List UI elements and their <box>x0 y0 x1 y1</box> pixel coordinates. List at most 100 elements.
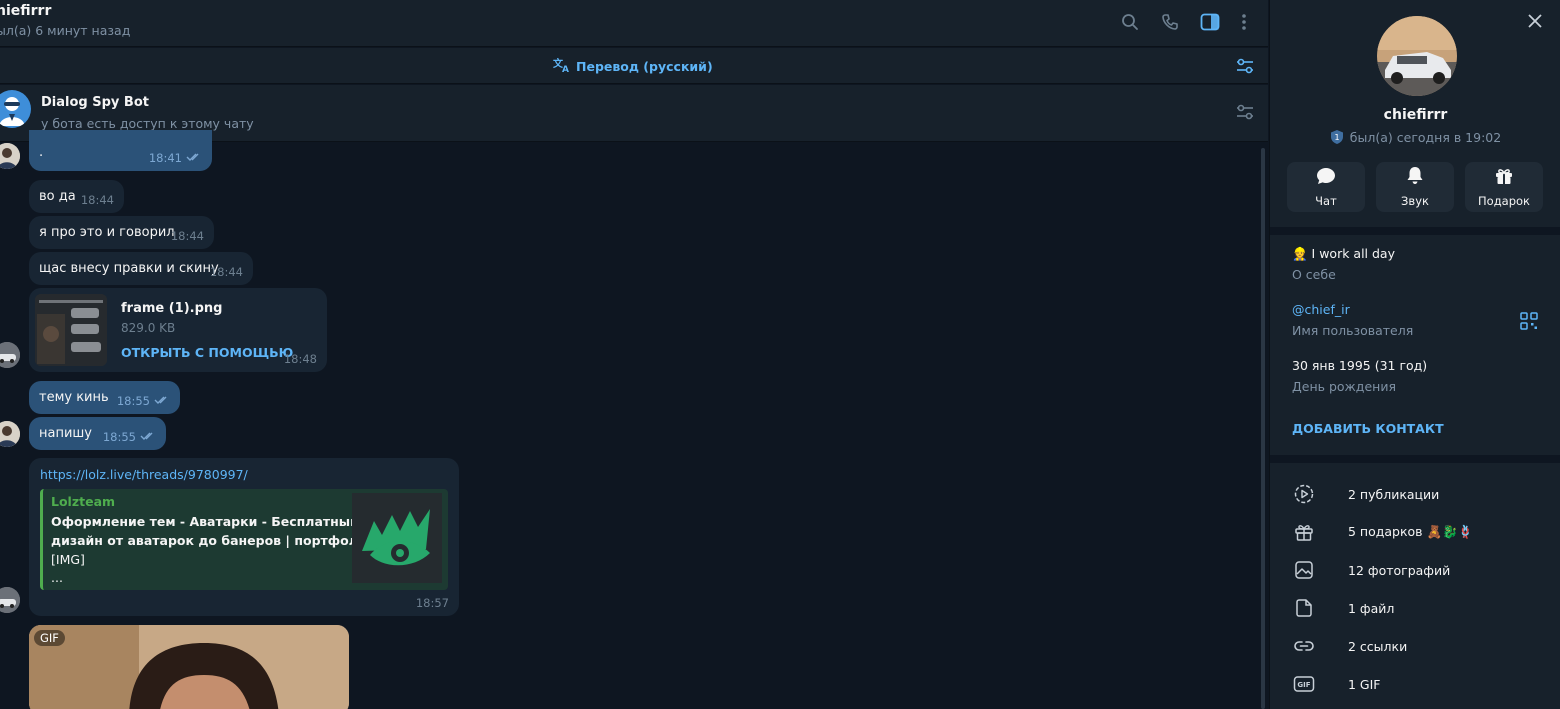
svg-text:1: 1 <box>1334 133 1339 142</box>
sound-button-label: Звук <box>1401 194 1429 208</box>
chat-area: hiefirrr ыл(а) 6 минут назад 文A Перевод … <box>0 0 1268 709</box>
gift-icon <box>1495 167 1513 188</box>
qr-code-icon[interactable] <box>1520 312 1538 330</box>
birthday-label: День рождения <box>1292 379 1396 394</box>
media-row-files[interactable]: 1 файл <box>1270 589 1560 627</box>
message-time: 18:55 <box>102 429 136 444</box>
message-text: · <box>39 149 44 164</box>
add-contact-button[interactable]: ДОБАВИТЬ КОНТАКТ <box>1292 421 1444 436</box>
message-time: 18:44 <box>170 229 204 243</box>
media-row-label: 1 файл <box>1348 600 1395 616</box>
avatar[interactable] <box>0 143 20 169</box>
message-text: тему кинь <box>39 390 109 405</box>
media-row-gifs[interactable]: GIF 1 GIF <box>1270 665 1560 703</box>
read-ticks-icon <box>154 394 170 408</box>
avatar[interactable] <box>0 342 20 368</box>
avatar[interactable] <box>0 587 20 613</box>
profile-status: был(а) сегодня в 19:02 <box>1349 130 1502 145</box>
translate-bar[interactable]: 文A Перевод (русский) <box>0 48 1268 84</box>
chat-title: hiefirrr <box>0 3 52 19</box>
message-bubble[interactable]: напишу 18:55 <box>29 417 166 450</box>
search-icon[interactable] <box>1117 9 1143 35</box>
profile-panel: chiefirrr 1 был(а) сегодня в 19:02 Чат З… <box>1269 0 1560 709</box>
sidebar-toggle-icon[interactable] <box>1197 9 1223 35</box>
bot-settings-icon[interactable] <box>1234 101 1256 123</box>
media-row-label: 2 ссылки <box>1348 638 1408 654</box>
message-bubble[interactable]: во да 18:44 <box>29 180 124 213</box>
gif-image <box>29 625 349 709</box>
message-time: 18:48 <box>283 352 317 366</box>
message-bubble[interactable]: тему кинь 18:55 <box>29 381 180 414</box>
file-size: 829.0 KB <box>121 321 176 335</box>
more-menu-icon[interactable] <box>1231 9 1257 35</box>
bot-avatar <box>0 90 31 128</box>
link-preview[interactable]: Lolzteam Оформление тем - Аватарки - Бес… <box>40 489 448 590</box>
preview-title-line-1: Оформление тем - Аватарки - Бесплатный <box>51 514 359 529</box>
link-icon <box>1293 635 1315 657</box>
profile-avatar[interactable] <box>1377 16 1457 96</box>
message-text: во да <box>39 189 76 204</box>
translate-settings-icon[interactable] <box>1234 55 1256 77</box>
message-time: 18:55 <box>116 393 150 408</box>
gift-button[interactable]: Подарок <box>1465 162 1543 212</box>
media-row-label: 12 фотографий <box>1348 562 1451 578</box>
file-name: frame (1).png <box>121 301 223 316</box>
chat-icon <box>1316 167 1336 188</box>
message-time: 18:57 <box>415 596 449 610</box>
media-row-links[interactable]: 2 ссылки <box>1270 627 1560 665</box>
chat-scrollbar[interactable] <box>1261 148 1265 709</box>
message-bubble[interactable]: · 18:41 <box>29 130 212 171</box>
chat-button[interactable]: Чат <box>1287 162 1365 212</box>
file-message[interactable]: frame (1).png 829.0 KB ОТКРЫТЬ С ПОМОЩЬЮ… <box>29 288 327 372</box>
media-row-label: 5 подарков 🧸🐉🪢 <box>1348 524 1474 539</box>
translate-button[interactable]: 文A Перевод (русский) <box>553 57 713 76</box>
close-icon[interactable] <box>1524 10 1546 32</box>
media-row-label: 2 публикации <box>1348 486 1440 502</box>
avatar[interactable] <box>0 421 20 447</box>
svg-text:GIF: GIF <box>1297 681 1310 689</box>
divider <box>1270 227 1560 235</box>
photo-icon <box>1293 559 1315 581</box>
message-text: напишу <box>39 426 93 441</box>
sound-button[interactable]: Звук <box>1376 162 1454 212</box>
translate-label: Перевод (русский) <box>576 59 713 74</box>
bio-label: О себе <box>1292 267 1336 282</box>
read-ticks-icon <box>140 430 156 444</box>
svg-text:A: A <box>562 65 569 73</box>
message-text: щас внесу правки и скину <box>39 261 219 276</box>
link-message[interactable]: https://lolz.live/threads/9780997/ Lolzt… <box>29 458 459 616</box>
file-thumbnail[interactable] <box>35 294 107 366</box>
media-row-gifts[interactable]: 5 подарков 🧸🐉🪢 <box>1270 513 1560 551</box>
phone-icon[interactable] <box>1157 9 1183 35</box>
gift-icon <box>1293 521 1315 543</box>
message-bubble[interactable]: я про это и говорил 18:44 <box>29 216 214 249</box>
chat-button-label: Чат <box>1315 193 1337 208</box>
bot-name: Dialog Spy Bot <box>41 95 149 110</box>
media-row-stories[interactable]: 2 публикации <box>1270 475 1560 513</box>
bot-subtitle: у бота есть доступ к этому чату <box>41 116 254 131</box>
message-text: я про это и говорил <box>39 225 175 240</box>
username-label: Имя пользователя <box>1292 323 1414 338</box>
media-row-photos[interactable]: 12 фотографий <box>1270 551 1560 589</box>
message-time: 18:41 <box>148 150 182 165</box>
preview-description: [IMG] <box>51 552 85 567</box>
media-row-label: 1 GIF <box>1348 676 1381 692</box>
message-link[interactable]: https://lolz.live/threads/9780997/ <box>40 467 248 482</box>
stories-icon <box>1293 483 1315 505</box>
translate-icon: 文A <box>553 57 571 76</box>
file-icon <box>1293 597 1315 619</box>
profile-name: chiefirrr <box>1383 107 1448 123</box>
bell-icon <box>1406 166 1424 188</box>
open-with-button[interactable]: ОТКРЫТЬ С ПОМОЩЬЮ <box>121 345 293 360</box>
username-link[interactable]: @chief_ir <box>1292 302 1350 317</box>
preview-description-more: ... <box>51 570 63 585</box>
gif-message[interactable]: GIF <box>29 625 349 709</box>
gif-icon: GIF <box>1293 673 1315 695</box>
gift-button-label: Подарок <box>1478 193 1530 208</box>
message-time: 18:44 <box>80 193 114 207</box>
message-bubble[interactable]: щас внесу правки и скину 18:44 <box>29 252 253 285</box>
gif-badge: GIF <box>34 630 65 646</box>
profile-actions: Чат Звук Подарок <box>1287 162 1543 212</box>
chat-header[interactable]: hiefirrr ыл(а) 6 минут назад <box>0 0 1268 47</box>
divider <box>1270 455 1560 463</box>
